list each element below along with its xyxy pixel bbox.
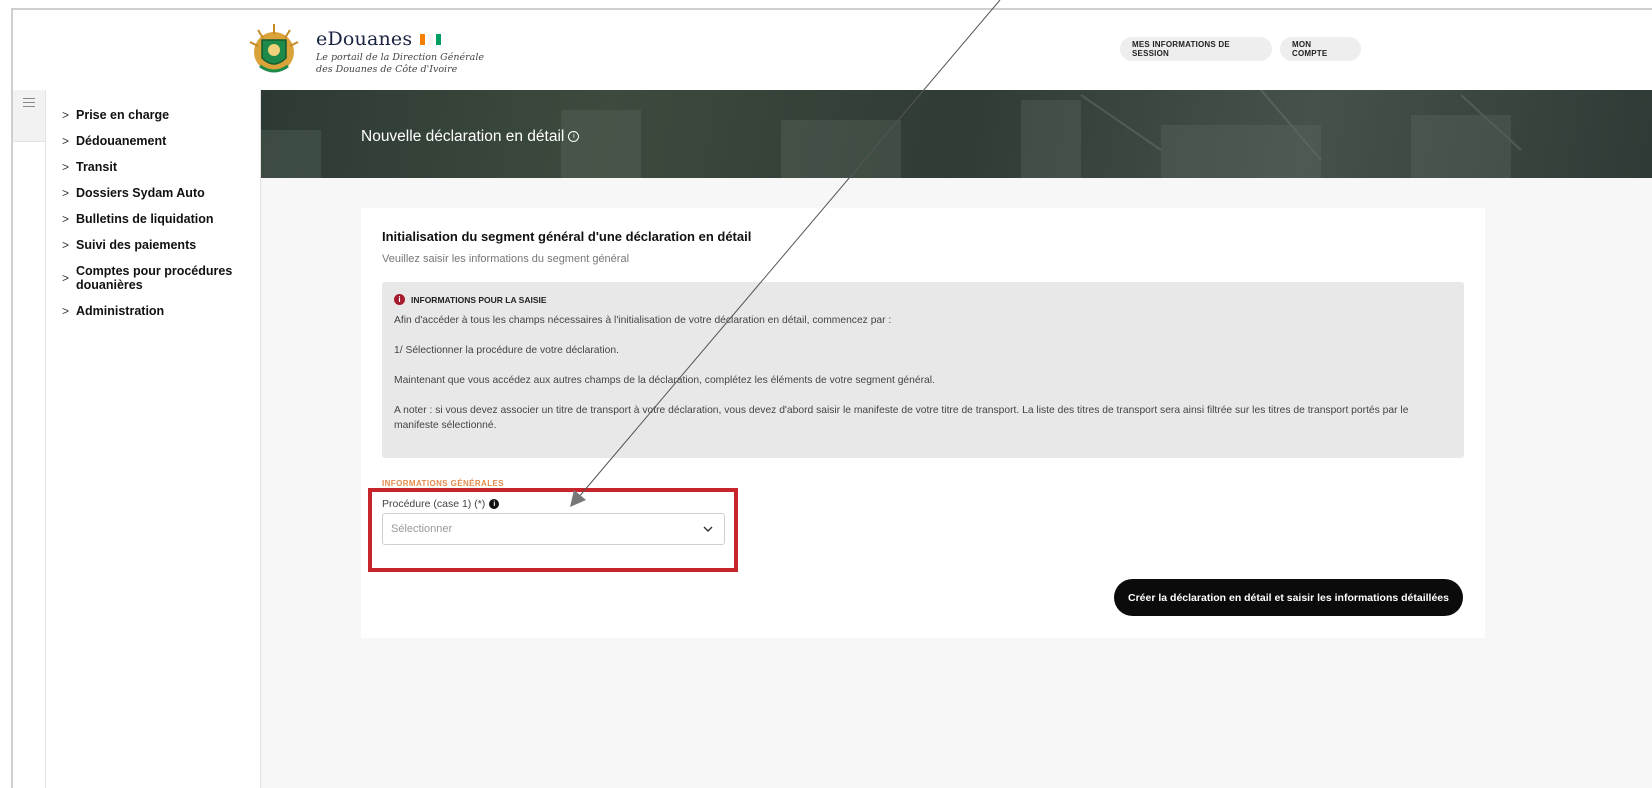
chevron-down-icon[interactable] xyxy=(702,523,714,535)
sidebar-nav: > Prise en charge > Dédouanement > Transit … xyxy=(46,90,260,318)
hamburger-menu-icon[interactable] xyxy=(23,98,35,107)
sidebar-item-label: Dédouanement xyxy=(76,134,167,148)
info-icon: i xyxy=(394,294,405,305)
info-icon[interactable]: i xyxy=(489,499,500,509)
procedure-select[interactable]: Sélectionner xyxy=(382,513,725,545)
section-label-general-info: INFORMATIONS GÉNÉRALES xyxy=(382,479,504,488)
menu-toggle[interactable] xyxy=(13,90,45,142)
top-header: eDouanes Le portail de la Direction Géné… xyxy=(13,10,1652,91)
info-line-1: Afin d'accéder à tous les champs nécessa… xyxy=(394,315,892,326)
chevron-right-icon: > xyxy=(62,186,70,200)
card-subtitle: Veuillez saisir les informations du segm… xyxy=(382,253,630,265)
sidebar-item-label: Dossiers Sydam Auto xyxy=(76,186,205,200)
sidebar-item-suivi-des-paiements[interactable]: > Suivi des paiements xyxy=(46,238,260,252)
brand-subtitle-line-2: des Douanes de Côte d'Ivoire xyxy=(316,64,458,75)
page-banner: Nouvelle déclaration en détail i xyxy=(261,90,1652,178)
sidebar-item-label: Comptes pour procédures douanières xyxy=(76,264,233,292)
brand-subtitle: Le portail de la Direction Générale des … xyxy=(316,52,484,76)
left-rail xyxy=(13,90,46,788)
sidebar-item-comptes-procedures[interactable]: > Comptes pour procédures douanières xyxy=(46,264,260,292)
info-line-3: Maintenant que vous accédez aux autres c… xyxy=(394,375,935,386)
chevron-right-icon: > xyxy=(62,212,70,226)
sidebar-item-bulletins-de-liquidation[interactable]: > Bulletins de liquidation xyxy=(46,212,260,226)
chevron-right-icon: > xyxy=(62,134,70,148)
chevron-right-icon: > xyxy=(62,304,70,318)
sidebar-item-label: Administration xyxy=(76,304,165,318)
coat-of-arms-icon xyxy=(249,24,299,73)
brand[interactable]: eDouanes Le portail de la Direction Géné… xyxy=(316,28,484,76)
info-panel-heading-text: INFORMATIONS POUR LA SAISIE xyxy=(411,294,547,305)
card-title: Initialisation du segment général d'une … xyxy=(382,229,752,244)
info-panel: i INFORMATIONS POUR LA SAISIE Afin d'acc… xyxy=(382,282,1464,458)
sidebar-item-administration[interactable]: > Administration xyxy=(46,304,260,318)
sidebar-item-prise-en-charge[interactable]: > Prise en charge xyxy=(46,108,260,122)
my-account-button[interactable]: MON COMPTE xyxy=(1280,37,1361,61)
sidebar-item-label: Suivi des paiements xyxy=(76,238,197,252)
info-panel-heading: i INFORMATIONS POUR LA SAISIE xyxy=(394,294,547,305)
sidebar-item-label: Prise en charge xyxy=(76,108,170,122)
sidebar: > Prise en charge > Dédouanement > Transit … xyxy=(46,90,261,788)
sidebar-item-dossiers-sydam-auto[interactable]: > Dossiers Sydam Auto xyxy=(46,186,260,200)
brand-title: eDouanes xyxy=(316,28,413,50)
page-title: Nouvelle déclaration en détail i xyxy=(361,128,580,146)
app-window: eDouanes Le portail de la Direction Géné… xyxy=(11,8,1652,788)
ivory-coast-flag-icon xyxy=(420,33,442,45)
session-info-button[interactable]: MES INFORMATIONS DE SESSION xyxy=(1120,37,1272,61)
info-line-4: A noter : si vous devez associer un titr… xyxy=(394,405,1409,431)
procedure-label: Procédure (case 1) (*) i xyxy=(382,498,500,510)
brand-subtitle-line-1: Le portail de la Direction Générale xyxy=(316,52,484,63)
sidebar-item-transit[interactable]: > Transit xyxy=(46,160,260,174)
chevron-right-icon: > xyxy=(62,108,70,122)
chevron-right-icon: > xyxy=(62,160,70,174)
page-title-text: Nouvelle déclaration en détail xyxy=(361,128,565,145)
sidebar-item-dedouanement[interactable]: > Dédouanement xyxy=(46,134,260,148)
create-declaration-button[interactable]: Créer la déclaration en détail et saisir… xyxy=(1114,579,1463,616)
info-circle-icon[interactable]: i xyxy=(568,131,580,143)
sidebar-item-label: Transit xyxy=(76,160,117,174)
info-line-2: 1/ Sélectionner la procédure de votre dé… xyxy=(394,345,619,356)
sidebar-item-label: Bulletins de liquidation xyxy=(76,212,214,226)
chevron-right-icon: > xyxy=(62,271,70,285)
form-card: Initialisation du segment général d'une … xyxy=(361,208,1485,638)
procedure-label-text: Procédure (case 1) (*) xyxy=(382,498,486,510)
main-content: Nouvelle déclaration en détail i Initiali… xyxy=(261,90,1652,788)
chevron-right-icon: > xyxy=(62,238,70,252)
procedure-select-placeholder: Sélectionner xyxy=(391,523,453,535)
